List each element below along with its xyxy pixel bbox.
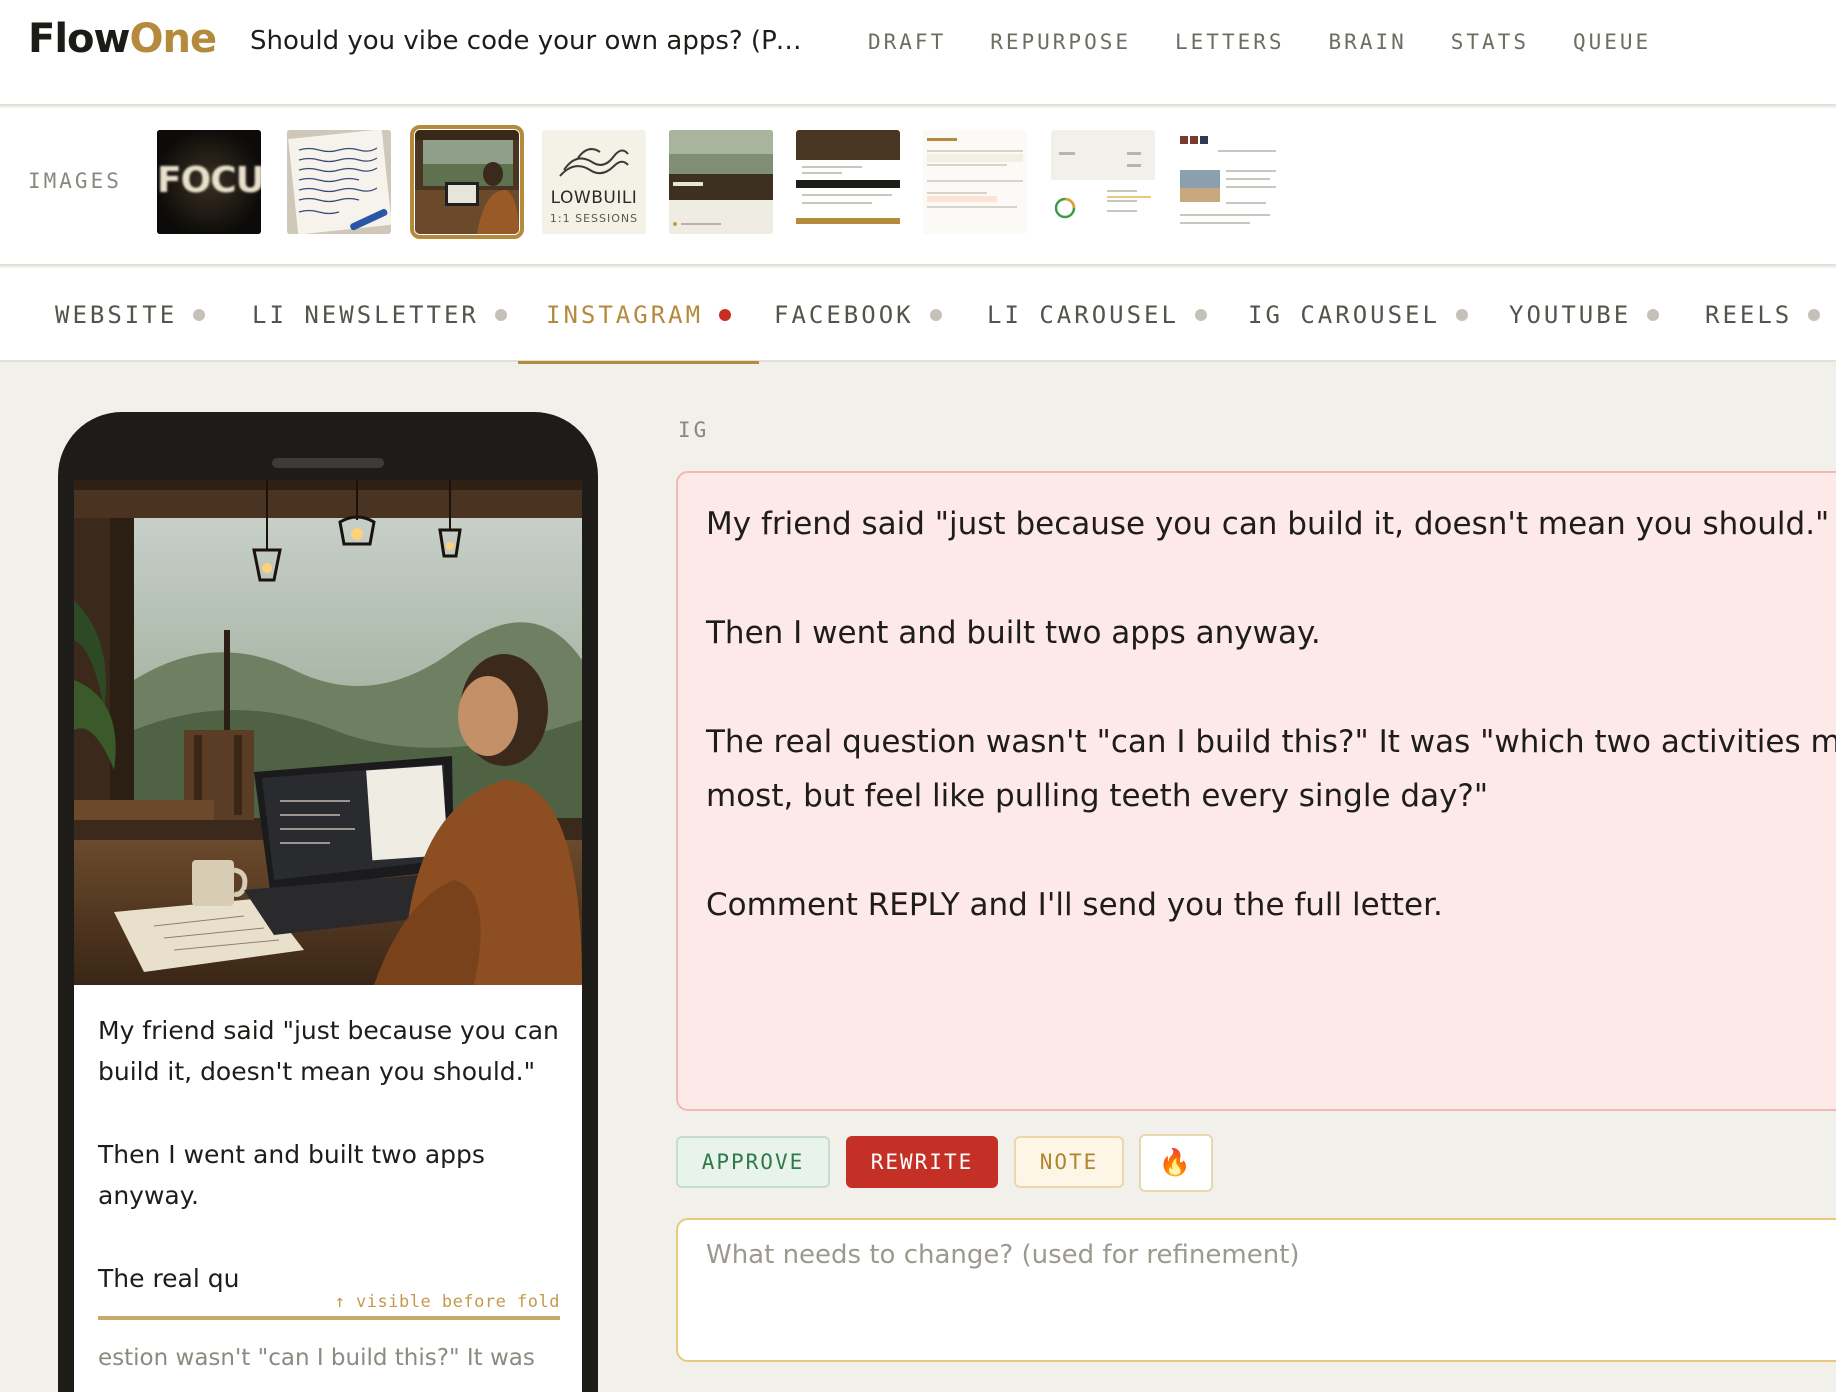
app-header: FlowOne Should you vibe code your own ap…: [0, 0, 1836, 106]
editor-text: My friend said "just because you can bui…: [706, 497, 1836, 987]
tab-status-dot: [1455, 309, 1468, 321]
tab-status-dot: [494, 309, 507, 321]
image-thumbnail-cafe-laptop[interactable]: [410, 125, 524, 239]
nav-letters[interactable]: LETTERS: [1175, 30, 1285, 54]
editor-paragraph: Comment REPLY and I'll send you the full…: [706, 887, 1443, 923]
editor-paragraph: Then I went and built two apps anyway.: [706, 615, 1321, 651]
image-thumbnail-notes[interactable]: [287, 130, 391, 234]
post-image: [74, 480, 582, 985]
image-thumbnail-lowbuild[interactable]: LOWBUILI 1:1 SESSIONS: [542, 130, 646, 234]
tab-li-carousel[interactable]: LI CAROUSEL: [987, 268, 1207, 362]
app-logo[interactable]: FlowOne: [28, 16, 217, 62]
phone-speaker: [272, 458, 384, 468]
cafe-view-icon: [669, 130, 773, 234]
tab-status-dot: [1647, 309, 1660, 321]
nav-queue[interactable]: QUEUE: [1573, 30, 1651, 54]
image-thumbnail-webpage[interactable]: [796, 130, 900, 234]
tab-website[interactable]: WEBSITE: [55, 268, 206, 362]
fire-icon: 🔥: [1158, 1148, 1194, 1178]
lowbuild-subtitle: 1:1 SESSIONS: [549, 212, 639, 225]
tab-label: WEBSITE: [55, 301, 178, 329]
tab-status-dot: [1194, 309, 1207, 321]
tab-youtube[interactable]: YOUTUBE: [1509, 268, 1660, 362]
phone-preview: My friend said "just because you can bui…: [58, 412, 598, 1392]
article-screenshot-icon: [1178, 130, 1282, 234]
tab-label: FACEBOOK: [774, 301, 914, 329]
nav-draft[interactable]: DRAFT: [868, 30, 946, 54]
image-thumbnail-stats[interactable]: [1051, 130, 1155, 234]
phone-caption: My friend said "just because you can bui…: [98, 1010, 560, 1299]
stats-screenshot-icon: [1051, 130, 1155, 234]
tab-label: REELS: [1705, 301, 1793, 329]
images-strip: IMAGES FOCUS: [0, 108, 1836, 266]
fold-marker: ↑ visible before fold: [98, 1292, 560, 1320]
tab-label: LI CAROUSEL: [987, 301, 1179, 329]
image-thumbnail-dashboard[interactable]: [923, 130, 1027, 234]
dashboard-screenshot-icon: [923, 130, 1027, 234]
nav-stats[interactable]: STATS: [1451, 30, 1529, 54]
tab-status-dot: [1808, 309, 1821, 321]
phone-screen: My friend said "just because you can bui…: [74, 480, 582, 1392]
focus-thumb-text: FOCUS: [157, 160, 261, 201]
channel-tabs: WEBSITE LI NEWSLETTER INSTAGRAM FACEBOOK…: [0, 268, 1836, 364]
caption-paragraph: My friend said "just because you can bui…: [98, 1016, 559, 1086]
rewrite-button[interactable]: REWRITE: [846, 1136, 998, 1188]
editor-paragraph: My friend said "just because you can bui…: [706, 506, 1830, 542]
top-nav: DRAFT REPURPOSE LETTERS BRAIN STATS QUEU…: [868, 30, 1695, 54]
tab-label: INSTAGRAM: [546, 301, 704, 329]
image-thumbnail-cafe-view[interactable]: [669, 130, 773, 234]
tab-ig-carousel[interactable]: IG CAROUSEL: [1248, 268, 1468, 362]
tab-reels[interactable]: REELS: [1705, 268, 1821, 362]
webpage-screenshot-icon: [796, 130, 900, 234]
wave-logo-icon: [559, 148, 629, 177]
cafe-laptop-icon: [415, 130, 519, 234]
lowbuild-title: LOWBUILI: [550, 188, 638, 208]
tab-status-dot: [193, 309, 206, 321]
tab-li-newsletter[interactable]: LI NEWSLETTER: [252, 268, 507, 362]
nav-repurpose[interactable]: REPURPOSE: [990, 30, 1131, 54]
editor-paragraph: The real question wasn't "can I build th…: [706, 724, 1836, 760]
editor-paragraph: most, but feel like pulling teeth every …: [706, 778, 1489, 814]
caption-editor[interactable]: My friend said "just because you can bui…: [676, 471, 1836, 1111]
document-title: Should you vibe code your own apps? (Par…: [250, 26, 810, 56]
images-label: IMAGES: [28, 169, 122, 193]
fire-button[interactable]: 🔥: [1139, 1134, 1213, 1192]
tab-instagram[interactable]: INSTAGRAM: [517, 268, 760, 364]
caption-paragraph: Then I went and built two apps anyway.: [98, 1140, 485, 1210]
logo-part-flow: Flow: [28, 16, 130, 62]
nav-brain[interactable]: BRAIN: [1329, 30, 1407, 54]
tab-facebook[interactable]: FACEBOOK: [774, 268, 942, 362]
logo-part-one: One: [129, 16, 217, 62]
image-thumbnail-article[interactable]: [1178, 130, 1282, 234]
caption-after-fold: estion wasn't "can I build this?" It was: [98, 1345, 535, 1371]
handwritten-notes-icon: [287, 130, 391, 234]
section-label: IG: [678, 418, 710, 442]
tab-label: IG CAROUSEL: [1248, 301, 1440, 329]
image-thumbnail-focus[interactable]: FOCUS: [157, 130, 261, 234]
tab-status-dot: [929, 309, 942, 321]
tab-label: LI NEWSLETTER: [252, 301, 479, 329]
tab-label: YOUTUBE: [1509, 301, 1632, 329]
note-button[interactable]: NOTE: [1014, 1136, 1124, 1188]
tab-status-dot: [719, 309, 732, 321]
approve-button[interactable]: APPROVE: [676, 1136, 830, 1188]
fold-label: ↑ visible before fold: [334, 1292, 560, 1312]
refinement-input[interactable]: [676, 1218, 1836, 1362]
